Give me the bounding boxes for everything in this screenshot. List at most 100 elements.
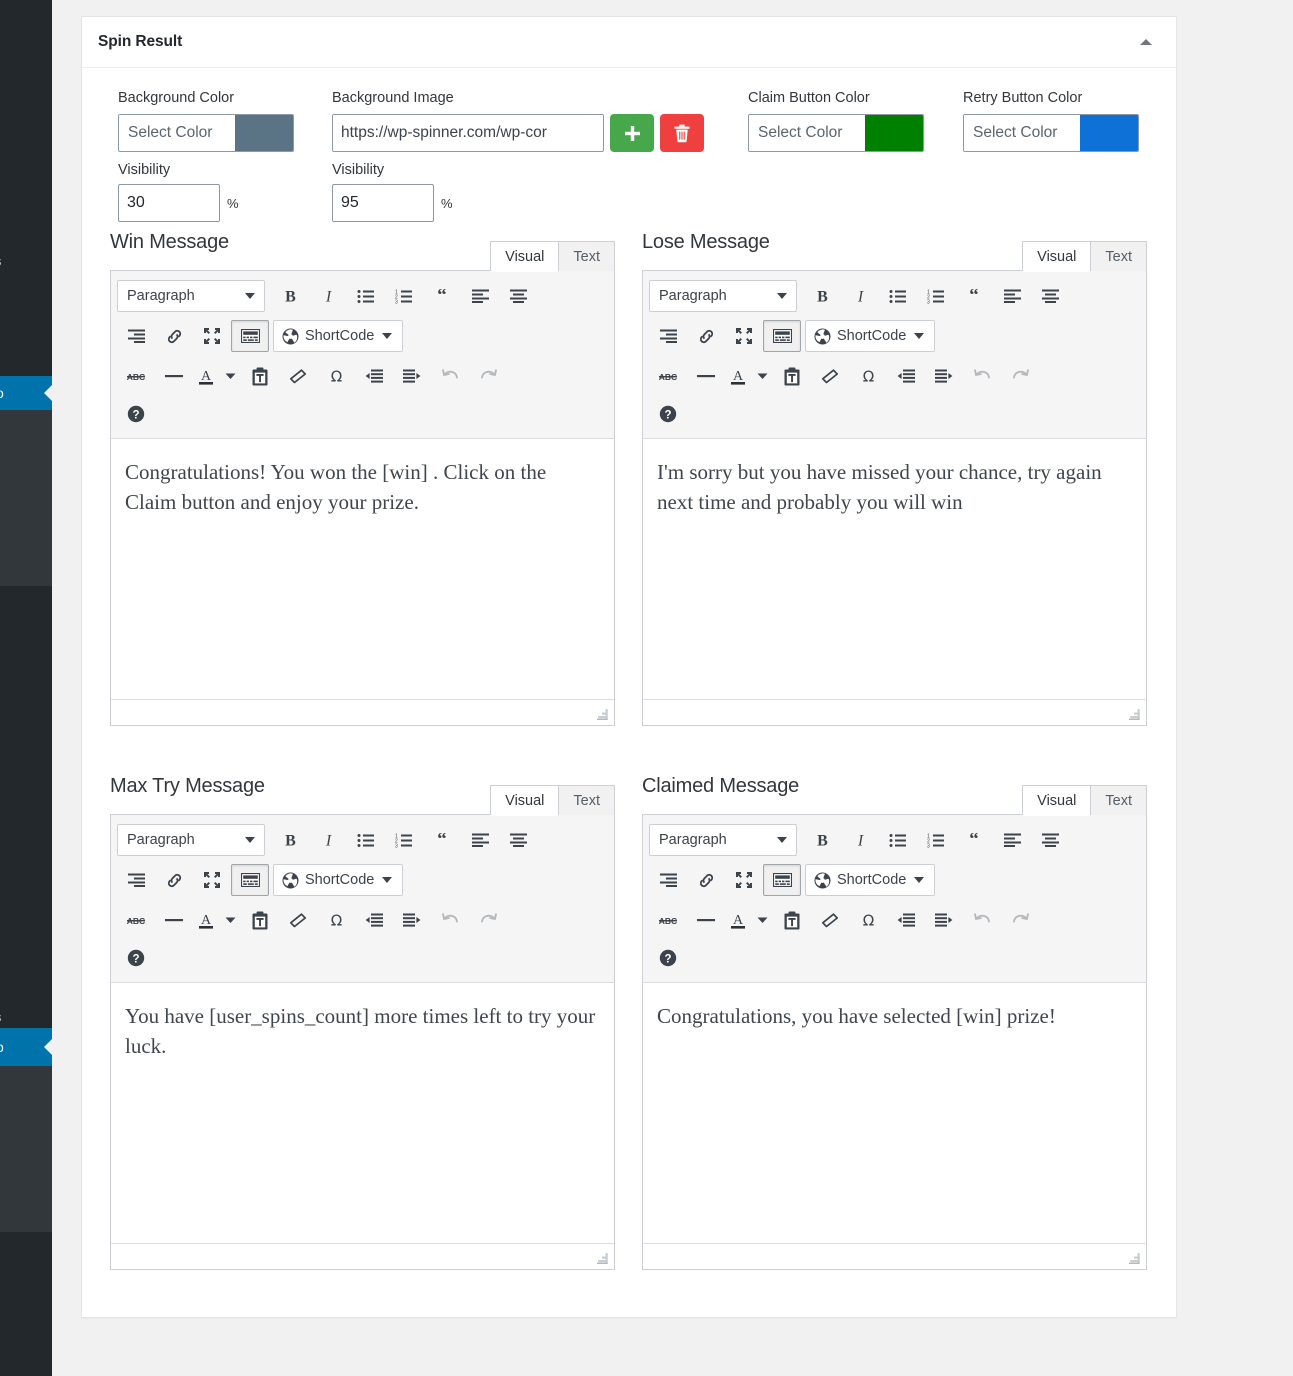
fullscreen-icon[interactable] (725, 320, 763, 352)
format-select[interactable]: Paragraph (117, 280, 265, 312)
text-color-caret-icon[interactable] (751, 904, 773, 936)
paste-as-text-icon[interactable] (773, 904, 811, 936)
collapse-toggle-button[interactable] (1132, 28, 1160, 56)
toolbar-toggle-icon[interactable] (231, 320, 269, 352)
bulleted-list-icon[interactable] (347, 280, 385, 312)
paste-as-text-icon[interactable] (241, 360, 279, 392)
keyboard-shortcuts-icon[interactable]: ? (117, 942, 155, 974)
tab-text[interactable]: Text (558, 241, 615, 271)
strikethrough-icon[interactable]: ABC (649, 360, 687, 392)
shortcode-dropdown[interactable]: ShortCode (805, 320, 936, 352)
add-image-button[interactable] (610, 114, 654, 153)
format-select[interactable]: Paragraph (117, 824, 265, 856)
tab-visual[interactable]: Visual (490, 785, 560, 816)
special-character-icon[interactable]: Ω (317, 904, 355, 936)
align-left-icon[interactable] (993, 824, 1031, 856)
paste-as-text-icon[interactable] (773, 360, 811, 392)
sidebar-item-lower[interactable] (0, 1232, 52, 1376)
shortcode-dropdown[interactable]: ShortCode (273, 864, 404, 896)
text-color-icon[interactable]: A (725, 360, 751, 392)
clear-formatting-icon[interactable] (279, 904, 317, 936)
editor-content-area[interactable]: Congratulations, you have selected [win]… (643, 983, 1146, 1269)
blockquote-icon[interactable]: “ (423, 280, 461, 312)
retry-button-color-swatch[interactable] (1080, 115, 1138, 152)
strikethrough-icon[interactable]: ABC (117, 904, 155, 936)
blockquote-icon[interactable]: “ (955, 280, 993, 312)
claim-button-color-picker[interactable]: Select Color (748, 114, 924, 153)
fullscreen-icon[interactable] (725, 864, 763, 896)
text-color-caret-icon[interactable] (219, 360, 241, 392)
outdent-icon[interactable] (355, 360, 393, 392)
tab-text[interactable]: Text (1090, 241, 1147, 271)
align-center-icon[interactable] (499, 280, 537, 312)
redo-icon[interactable] (1001, 360, 1039, 392)
paste-as-text-icon[interactable] (241, 904, 279, 936)
redo-icon[interactable] (1001, 904, 1039, 936)
indent-icon[interactable] (393, 904, 431, 936)
outdent-icon[interactable] (355, 904, 393, 936)
blockquote-icon[interactable]: “ (955, 824, 993, 856)
background-image-visibility-input[interactable] (332, 184, 434, 223)
clear-formatting-icon[interactable] (811, 904, 849, 936)
retry-button-color-picker[interactable]: Select Color (963, 114, 1139, 153)
sidebar-item-active-2[interactable]: o (0, 1028, 53, 1066)
text-color-icon[interactable]: A (193, 360, 219, 392)
toolbar-toggle-icon[interactable] (763, 864, 801, 896)
editor-content-area[interactable]: You have [user_spins_count] more times l… (111, 983, 614, 1269)
bulleted-list-icon[interactable] (347, 824, 385, 856)
shortcode-dropdown[interactable]: ShortCode (273, 320, 404, 352)
strikethrough-icon[interactable]: ABC (117, 360, 155, 392)
special-character-icon[interactable]: Ω (849, 360, 887, 392)
italic-icon[interactable]: I (309, 280, 347, 312)
text-color-icon[interactable]: A (725, 904, 751, 936)
align-right-icon[interactable] (649, 320, 687, 352)
text-color-icon[interactable]: A (193, 904, 219, 936)
sidebar-item-active-1[interactable]: o (0, 376, 53, 410)
sidebar-item-upper[interactable] (0, 0, 52, 250)
tab-visual[interactable]: Visual (1022, 785, 1092, 816)
bold-icon[interactable]: B (803, 280, 841, 312)
align-left-icon[interactable] (993, 280, 1031, 312)
horizontal-rule-icon[interactable] (687, 360, 725, 392)
align-left-icon[interactable] (461, 280, 499, 312)
fullscreen-icon[interactable] (193, 320, 231, 352)
italic-icon[interactable]: I (841, 824, 879, 856)
numbered-list-icon[interactable]: 1 2 3 (385, 280, 423, 312)
bulleted-list-icon[interactable] (879, 280, 917, 312)
special-character-icon[interactable]: Ω (317, 360, 355, 392)
tab-visual[interactable]: Visual (490, 241, 560, 272)
align-center-icon[interactable] (499, 824, 537, 856)
background-color-picker[interactable]: Select Color (118, 114, 294, 153)
undo-icon[interactable] (431, 904, 469, 936)
text-color-caret-icon[interactable] (751, 360, 773, 392)
background-color-swatch[interactable] (235, 115, 293, 152)
align-right-icon[interactable] (649, 864, 687, 896)
bold-icon[interactable]: B (271, 280, 309, 312)
fullscreen-icon[interactable] (193, 864, 231, 896)
align-center-icon[interactable] (1031, 280, 1069, 312)
numbered-list-icon[interactable]: 1 2 3 (917, 280, 955, 312)
toolbar-toggle-icon[interactable] (763, 320, 801, 352)
align-left-icon[interactable] (461, 824, 499, 856)
italic-icon[interactable]: I (309, 824, 347, 856)
outdent-icon[interactable] (887, 904, 925, 936)
insert-link-icon[interactable] (155, 320, 193, 352)
sidebar-item-middle[interactable] (0, 586, 52, 1006)
sidebar-item-truncated-1[interactable]: s (0, 250, 52, 272)
keyboard-shortcuts-icon[interactable]: ? (649, 942, 687, 974)
strikethrough-icon[interactable]: ABC (649, 904, 687, 936)
insert-link-icon[interactable] (155, 864, 193, 896)
bold-icon[interactable]: B (803, 824, 841, 856)
claim-button-color-swatch[interactable] (865, 115, 923, 152)
horizontal-rule-icon[interactable] (687, 904, 725, 936)
sidebar-submenu-1[interactable] (0, 410, 52, 586)
numbered-list-icon[interactable]: 1 2 3 (917, 824, 955, 856)
undo-icon[interactable] (963, 360, 1001, 392)
bulleted-list-icon[interactable] (879, 824, 917, 856)
indent-icon[interactable] (393, 360, 431, 392)
text-color-caret-icon[interactable] (219, 904, 241, 936)
redo-icon[interactable] (469, 904, 507, 936)
align-right-icon[interactable] (117, 864, 155, 896)
outdent-icon[interactable] (887, 360, 925, 392)
italic-icon[interactable]: I (841, 280, 879, 312)
